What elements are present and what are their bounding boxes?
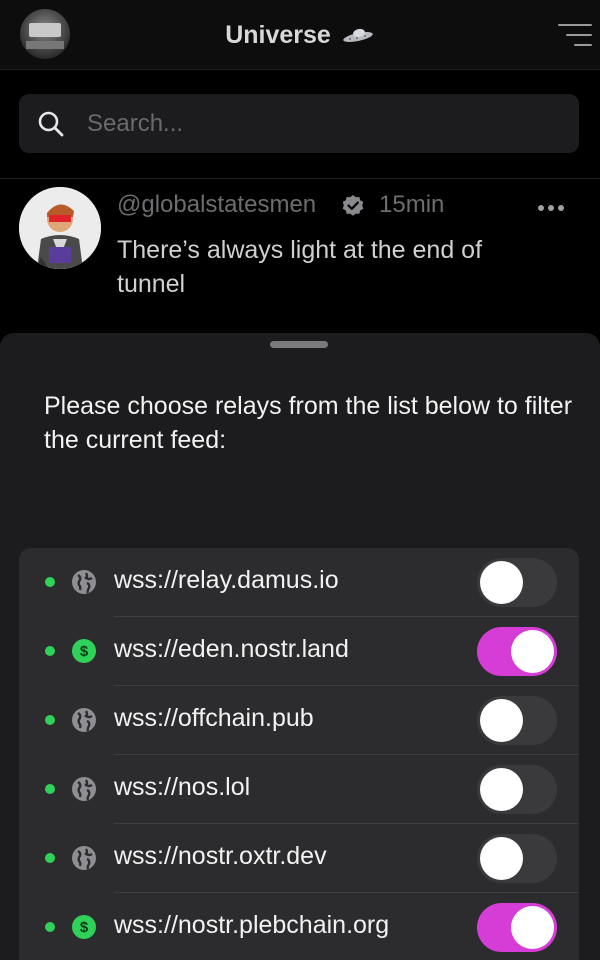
post-avatar[interactable] [19, 187, 101, 269]
sheet-prompt: Please choose relays from the list below… [44, 392, 573, 454]
divider [0, 178, 600, 179]
relay-url: wss://eden.nostr.land [114, 635, 349, 663]
search-input[interactable] [87, 106, 557, 141]
globe-icon [72, 570, 96, 594]
post-timestamp: 15min [379, 191, 445, 218]
relay-row[interactable]: wss://nostr.oxtr.dev [19, 824, 579, 893]
online-status-dot [45, 577, 55, 587]
relay-row[interactable]: wss://offchain.pub [19, 686, 579, 755]
globe-icon [72, 777, 96, 801]
relay-toggle[interactable] [477, 696, 557, 745]
relay-toggle[interactable] [477, 834, 557, 883]
relay-row[interactable]: wss://relay.damus.io [19, 548, 579, 617]
top-bar: Universe [0, 0, 600, 70]
globe-icon [72, 846, 96, 870]
relay-toggle[interactable] [477, 558, 557, 607]
relay-list: wss://relay.damus.io $ wss://eden.nostr.… [19, 548, 579, 960]
relay-row[interactable]: wss://nos.lol [19, 755, 579, 824]
filter-menu-icon[interactable] [556, 22, 592, 48]
svg-text:$: $ [80, 919, 89, 936]
page-title: Universe [225, 20, 331, 49]
sheet-grabber[interactable] [270, 341, 328, 348]
relay-url: wss://nostr.oxtr.dev [114, 842, 327, 870]
relay-toggle[interactable] [477, 765, 557, 814]
verified-badge-icon [342, 195, 364, 216]
relay-url: wss://relay.damus.io [114, 566, 339, 594]
online-status-dot [45, 853, 55, 863]
avatar-illustration [19, 187, 101, 269]
relay-filter-sheet: Please choose relays from the list below… [0, 333, 600, 960]
relay-toggle[interactable] [477, 903, 557, 952]
title-group: Universe [0, 16, 600, 54]
globe-icon [72, 708, 96, 732]
search-icon [38, 111, 64, 137]
post-content: There’s always light at the end of tunne… [117, 236, 483, 298]
relay-row[interactable]: $ wss://nostr.plebchain.org [19, 893, 579, 960]
relay-url: wss://nostr.plebchain.org [114, 911, 390, 939]
relay-url: wss://nos.lol [114, 773, 251, 801]
paid-relay-icon: $ [72, 915, 96, 939]
paid-relay-icon: $ [72, 639, 96, 663]
relay-toggle[interactable] [477, 627, 557, 676]
post-handle[interactable]: @globalstatesmen [117, 191, 316, 219]
relay-row[interactable]: $ wss://eden.nostr.land [19, 617, 579, 686]
ufo-icon [343, 28, 373, 43]
search-bar[interactable] [19, 94, 579, 153]
more-options-icon[interactable] [538, 204, 566, 212]
online-status-dot [45, 715, 55, 725]
relay-url: wss://offchain.pub [114, 704, 314, 732]
online-status-dot [45, 922, 55, 932]
online-status-dot [45, 646, 55, 656]
svg-text:$: $ [80, 643, 89, 660]
online-status-dot [45, 784, 55, 794]
